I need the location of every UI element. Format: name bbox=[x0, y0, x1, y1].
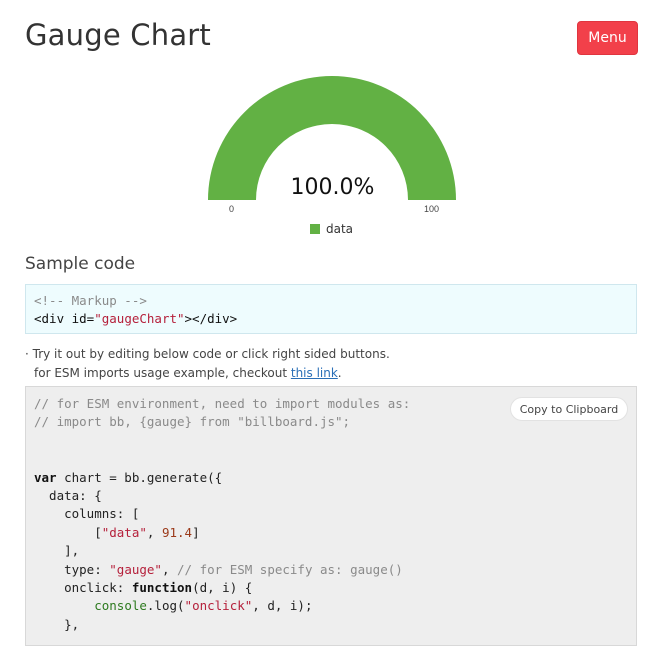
code-line: }, bbox=[34, 616, 80, 632]
code-line: ], bbox=[34, 543, 80, 559]
gauge-max-label: 100 bbox=[424, 204, 440, 214]
gauge-chart: 100.0% 0 100 data bbox=[200, 70, 465, 245]
code-line: var chart = bb.generate({ bbox=[34, 469, 223, 485]
esm-hint-text: for ESM imports usage example, checkout … bbox=[34, 366, 342, 380]
code-line: type: "gauge", // for ESM specify as: ga… bbox=[34, 561, 403, 577]
hint-text: · Try it out by editing below code or cl… bbox=[25, 347, 390, 361]
gauge-value-label: 100.0% bbox=[290, 175, 375, 200]
page-title: Gauge Chart bbox=[25, 18, 211, 52]
section-title: Sample code bbox=[25, 254, 136, 274]
code-line: data: { bbox=[34, 487, 102, 503]
legend-label: data bbox=[326, 222, 354, 236]
legend-swatch bbox=[310, 224, 320, 234]
gauge-min-label: 0 bbox=[229, 204, 235, 214]
code-line: onclick: function(d, i) { bbox=[34, 579, 253, 595]
code-line: columns: [ bbox=[34, 506, 140, 522]
markup-div-line: <div id="gaugeChart"></div> bbox=[34, 311, 238, 326]
markup-comment: <!-- Markup --> bbox=[34, 293, 147, 308]
esm-link[interactable]: this link bbox=[291, 366, 338, 380]
legend[interactable]: data bbox=[310, 222, 353, 236]
copy-to-clipboard-button[interactable]: Copy to Clipboard bbox=[510, 397, 628, 421]
code-editor[interactable]: // for ESM environment, need to import m… bbox=[25, 386, 637, 646]
markup-code-block[interactable]: <!-- Markup --> <div id="gaugeChart"></d… bbox=[25, 284, 637, 334]
code-line: console.log("onclick", d, i); bbox=[94, 598, 313, 614]
code-line: ["data", 91.4] bbox=[34, 524, 200, 540]
menu-button[interactable]: Menu bbox=[577, 21, 638, 55]
